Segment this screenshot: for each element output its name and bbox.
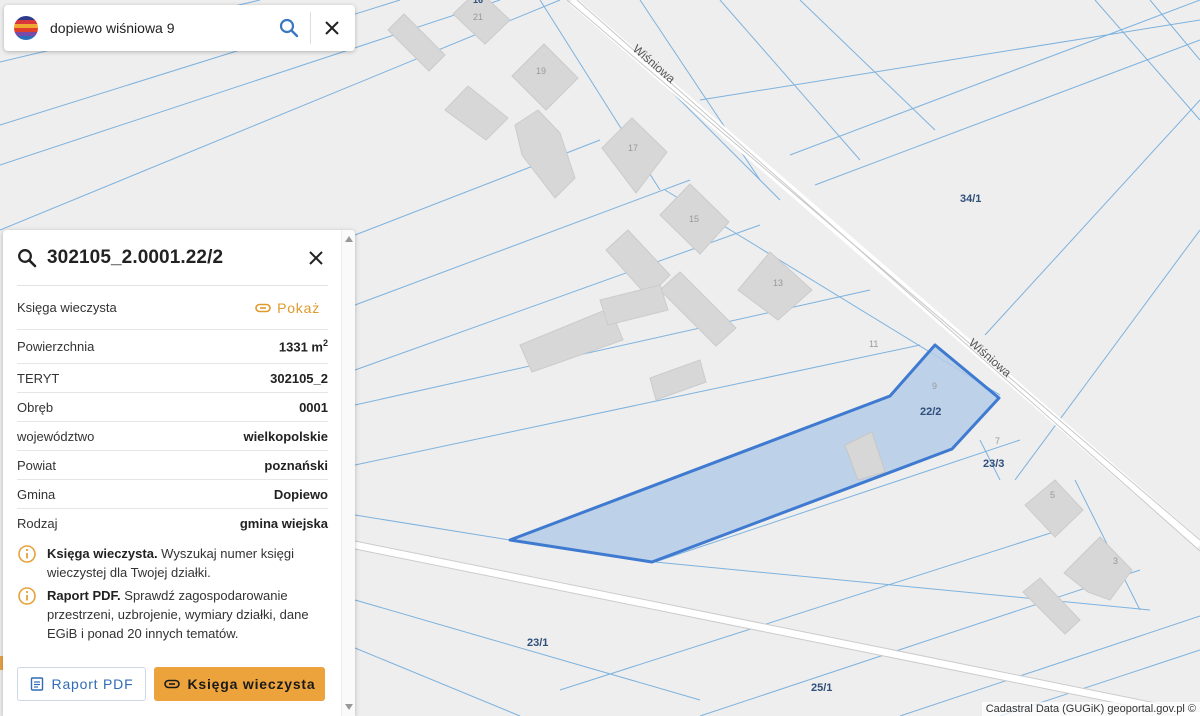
house-number: 3 — [1113, 556, 1118, 566]
divider — [310, 12, 311, 44]
panel-header: 302105_2.0001.22/2 — [17, 230, 328, 286]
info-row: Rodzaj gmina wiejska — [17, 509, 328, 538]
parcel-number: 34/1 — [960, 193, 981, 205]
house-number: 15 — [689, 214, 699, 224]
house-number: 9 — [932, 381, 937, 391]
house-number: 16 — [473, 0, 483, 5]
link-icon — [255, 303, 271, 312]
house-number: 5 — [1050, 490, 1055, 500]
info-note-pdf-report: Raport PDF. Sprawdź zagospodarowanie prz… — [17, 586, 328, 643]
parcel-number: 22/2 — [920, 406, 941, 418]
house-number: 11 — [869, 339, 878, 349]
row-label: Powiat — [17, 457, 57, 473]
search-icon — [279, 18, 299, 38]
area-row: Powierzchnia 1331 m2 — [17, 330, 328, 364]
row-value: poznański — [264, 457, 328, 473]
search-bar: dopiewo wiśniowa 9 — [4, 5, 355, 51]
row-value: 0001 — [299, 399, 328, 415]
row-label: Powierzchnia — [17, 339, 95, 354]
show-land-register-link[interactable]: Pokaż — [255, 300, 320, 316]
house-number: 13 — [773, 278, 783, 288]
parcel-info-panel: 302105_2.0001.22/2 Księga wieczysta Poka… — [3, 230, 355, 716]
row-value: 1331 m2 — [279, 338, 328, 354]
search-button[interactable] — [274, 13, 304, 43]
map-attribution: Cadastral Data (GUGiK) geoportal.gov.pl … — [981, 702, 1200, 716]
link-icon — [163, 679, 180, 689]
document-icon — [30, 677, 43, 691]
search-icon — [18, 248, 37, 267]
row-label: Obręb — [17, 399, 54, 415]
parcel-number: 23/3 — [983, 458, 1004, 470]
parcel-id-title: 302105_2.0001.22/2 — [47, 246, 224, 268]
info-icon — [18, 587, 36, 605]
row-label: Rodzaj — [17, 516, 58, 531]
row-value: wielkopolskie — [243, 428, 328, 444]
note-title: Raport PDF. — [47, 588, 121, 603]
info-row: Powiat poznański — [17, 451, 328, 480]
row-label: TERYT — [17, 370, 60, 386]
clear-search-button[interactable] — [317, 13, 347, 43]
land-register-row: Księga wieczysta Pokaż — [17, 286, 328, 330]
close-panel-button[interactable] — [304, 246, 328, 270]
row-label: Gmina — [17, 486, 56, 502]
info-note-land-register: Księga wieczysta. Wyszukaj numer księgi … — [17, 544, 328, 582]
row-value: gmina wiejska — [239, 516, 328, 531]
parcel-number: 23/1 — [527, 637, 548, 649]
info-row: województwo wielkopolskie — [17, 422, 328, 451]
button-label: Raport PDF — [51, 676, 134, 692]
app-logo[interactable] — [14, 16, 38, 40]
scroll-up-icon[interactable] — [345, 236, 353, 242]
panel-scrollbar[interactable] — [341, 230, 355, 716]
search-input[interactable]: dopiewo wiśniowa 9 — [50, 20, 274, 36]
info-row: Gmina Dopiewo — [17, 480, 328, 509]
row-label: województwo — [17, 428, 95, 444]
info-row: Obręb 0001 — [17, 393, 328, 422]
house-number: 17 — [628, 143, 638, 153]
scroll-down-icon[interactable] — [345, 704, 353, 710]
row-value: Dopiewo — [273, 486, 328, 502]
area-unit-exponent: 2 — [322, 338, 328, 349]
row-value: 302105_2 — [270, 370, 328, 386]
note-title: Księga wieczysta. — [47, 546, 158, 561]
house-number: 21 — [473, 12, 483, 22]
info-icon — [18, 545, 36, 563]
close-icon — [309, 250, 323, 265]
pdf-report-button[interactable]: Raport PDF — [17, 667, 146, 701]
close-icon — [325, 21, 339, 35]
house-number: 7 — [995, 436, 1000, 446]
land-register-button[interactable]: Księga wieczysta — [154, 667, 325, 701]
action-buttons: Raport PDF Księga wieczysta — [17, 667, 328, 701]
info-row: TERYT 302105_2 — [17, 364, 328, 393]
row-label: Księga wieczysta — [17, 300, 117, 315]
show-label: Pokaż — [277, 299, 320, 316]
area-value: 1331 m — [278, 339, 323, 355]
house-number: 19 — [536, 66, 546, 76]
button-label: Księga wieczysta — [187, 676, 316, 692]
parcel-number: 25/1 — [811, 682, 832, 694]
